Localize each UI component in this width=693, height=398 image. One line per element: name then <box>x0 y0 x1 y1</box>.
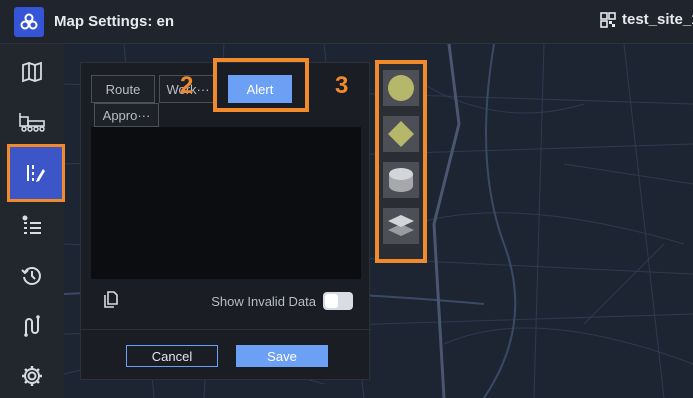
cancel-button[interactable]: Cancel <box>126 345 218 367</box>
diamond-shape-icon <box>388 121 414 147</box>
gear-icon <box>22 366 42 386</box>
site-name: test_site_1 <box>622 11 693 28</box>
history-icon <box>21 267 41 285</box>
sidebar-item-vehicle[interactable] <box>8 100 56 144</box>
tab-approach[interactable]: Appro··· <box>94 103 159 127</box>
show-invalid-data-toggle[interactable] <box>323 292 353 310</box>
show-invalid-data-label: Show Invalid Data <box>211 294 316 309</box>
sidebar-item-route[interactable] <box>8 304 56 348</box>
callout-box-alert-tab <box>213 58 309 112</box>
shape-tool-diamond[interactable] <box>383 116 419 152</box>
copy-document-icon[interactable] <box>103 291 119 309</box>
sidebar-item-map-settings[interactable] <box>7 144 65 202</box>
shape-tool-layers[interactable] <box>383 208 419 244</box>
alert-list[interactable] <box>91 127 361 279</box>
title-bar: Map Settings: en test_site_1 <box>0 0 693 44</box>
panel-divider <box>81 329 371 330</box>
sidebar-item-history[interactable] <box>8 254 56 298</box>
shape-tool-circle[interactable] <box>383 70 419 106</box>
callout-number-3: 3 <box>335 72 349 99</box>
list-icon <box>22 215 41 234</box>
app-logo-icon[interactable] <box>14 7 44 37</box>
save-button[interactable]: Save <box>236 345 328 367</box>
vehicle-icon <box>19 113 45 132</box>
route-icon <box>24 315 40 337</box>
layers-shape-icon <box>388 215 414 236</box>
sidebar-item-list[interactable] <box>8 204 56 248</box>
cylinder-shape-icon <box>389 168 413 192</box>
circle-shape-icon <box>388 75 414 101</box>
map-edit-icon <box>27 165 45 182</box>
qr-grid-icon <box>600 11 616 28</box>
sidebar-item-map[interactable] <box>8 50 56 94</box>
shape-tool-strip <box>375 60 427 263</box>
toggle-knob <box>325 294 338 308</box>
map-icon <box>22 61 42 83</box>
panel-footer-options: Show Invalid Data <box>81 281 371 321</box>
sidebar <box>0 44 65 398</box>
tab-route[interactable]: Route <box>91 75 155 103</box>
site-selector[interactable]: test_site_1 <box>600 11 693 28</box>
page-title: Map Settings: en <box>54 13 175 30</box>
shape-tool-cylinder[interactable] <box>383 162 419 198</box>
sidebar-item-settings[interactable] <box>8 354 56 398</box>
callout-number-2: 2 <box>180 72 194 99</box>
